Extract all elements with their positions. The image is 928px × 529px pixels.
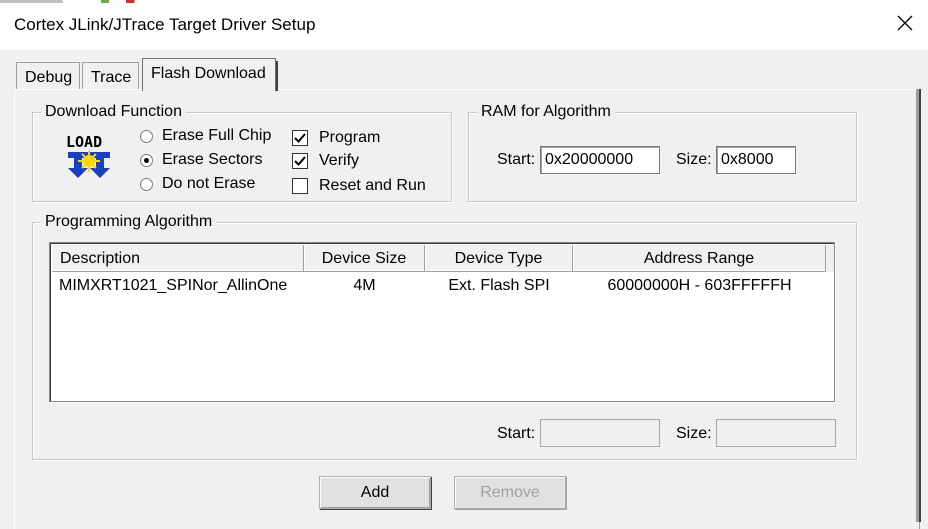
column-address-range[interactable]: Address Range (573, 245, 826, 272)
tab-trace-label: Trace (91, 69, 132, 86)
load-icon: LOAD (64, 132, 114, 182)
row-description: MIMXRT1021_SPINor_AllinOne (59, 277, 288, 294)
add-button-label: Add (360, 483, 390, 501)
close-icon (897, 15, 913, 36)
erase-sectors-label: Erase Sectors (162, 151, 263, 168)
tab-debug[interactable]: Debug (16, 62, 80, 90)
do-not-erase-radio[interactable]: Do not Erase (140, 175, 255, 193)
radio-indicator (140, 153, 153, 167)
radio-indicator (140, 129, 153, 143)
reset-and-run-checkbox[interactable]: Reset and Run (292, 177, 426, 195)
row-address-range: 60000000H - 603FFFFFH (607, 277, 792, 294)
row-device-type: Ext. Flash SPI (448, 277, 550, 294)
algo-start-input (540, 419, 660, 447)
column-device-type-label: Device Type (454, 250, 543, 267)
verify-label: Verify (319, 152, 360, 169)
remove-button-label: Remove (480, 483, 540, 501)
close-button[interactable] (882, 0, 928, 50)
tab-flash-download[interactable]: Flash Download (142, 58, 278, 91)
erase-full-chip-label: Erase Full Chip (162, 127, 272, 144)
ram-start-input[interactable]: 0x20000000 (540, 146, 660, 174)
do-not-erase-label: Do not Erase (162, 175, 256, 192)
ram-start-value: 0x20000000 (545, 151, 634, 168)
ram-size-input[interactable]: 0x8000 (716, 146, 796, 174)
erase-sectors-radio[interactable]: Erase Sectors (140, 151, 262, 169)
tab-flash-download-label: Flash Download (151, 65, 266, 82)
verify-checkbox[interactable]: Verify (292, 152, 359, 170)
column-address-range-label: Address Range (643, 250, 755, 267)
checkbox-box (292, 178, 308, 194)
algo-size-label: Size: (676, 425, 712, 442)
radio-indicator (140, 177, 153, 191)
tab-trace[interactable]: Trace (82, 62, 139, 90)
column-device-size[interactable]: Device Size (304, 245, 425, 272)
ram-for-algorithm-label: RAM for Algorithm (477, 103, 615, 121)
checkbox-box (292, 153, 308, 169)
programming-algorithm-label: Programming Algorithm (41, 213, 217, 231)
ram-start-label: Start: (497, 151, 536, 168)
row-device-size: 4M (353, 277, 376, 294)
tab-debug-label: Debug (25, 69, 73, 86)
remove-button[interactable]: Remove (454, 476, 566, 509)
checkbox-box (292, 130, 308, 146)
algo-size-input (716, 419, 836, 447)
title-bar: Cortex JLink/JTrace Target Driver Setup (0, 0, 928, 50)
erase-full-chip-radio[interactable]: Erase Full Chip (140, 127, 271, 145)
table-row[interactable]: MIMXRT1021_SPINor_AllinOne 4M Ext. Flash… (52, 275, 834, 299)
reset-and-run-label: Reset and Run (319, 177, 426, 194)
algo-start-label: Start: (497, 425, 536, 442)
checkmark-icon (294, 133, 306, 143)
background-window-strip (0, 0, 210, 3)
column-device-size-label: Device Size (321, 250, 407, 267)
list-header: Description Device Size Device Type Addr… (52, 245, 834, 272)
column-description[interactable]: Description (52, 245, 304, 272)
algorithm-list[interactable]: Description Device Size Device Type Addr… (49, 242, 835, 402)
add-button[interactable]: Add (319, 476, 431, 509)
ram-size-label: Size: (676, 151, 712, 168)
panel-edge-dark (919, 89, 921, 522)
ram-size-value: 0x8000 (721, 151, 774, 168)
checkmark-icon (294, 156, 306, 166)
column-description-label: Description (60, 250, 141, 267)
svg-text:LOAD: LOAD (66, 133, 102, 151)
window-title: Cortex JLink/JTrace Target Driver Setup (14, 15, 316, 34)
column-device-type[interactable]: Device Type (425, 245, 573, 272)
program-label: Program (319, 129, 381, 146)
program-checkbox[interactable]: Program (292, 129, 380, 147)
download-function-label: Download Function (41, 103, 186, 121)
